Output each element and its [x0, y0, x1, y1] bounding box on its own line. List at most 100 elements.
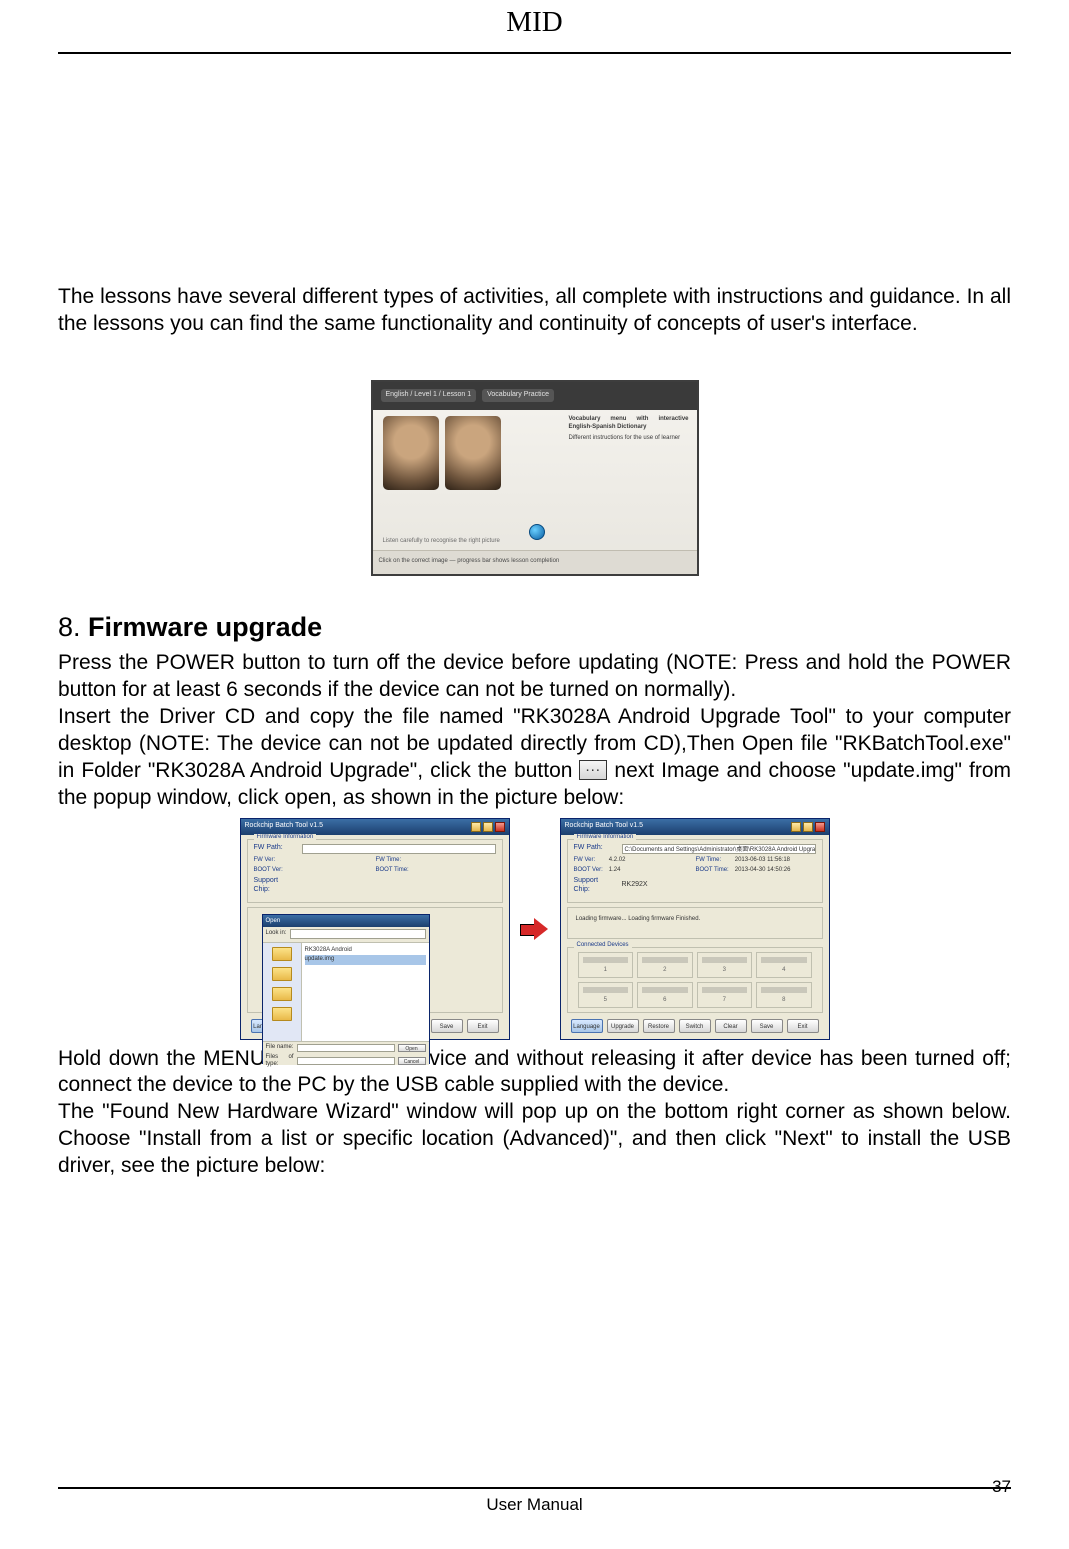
- maximize-icon: [483, 822, 493, 832]
- page-header-title: MID: [58, 0, 1011, 39]
- tool-btn: Restore: [643, 1019, 675, 1033]
- lesson-face-2: [445, 416, 501, 490]
- window-titlebar-right: Rockchip Batch Tool v1.5: [561, 819, 829, 835]
- folder-icon: [272, 1007, 292, 1021]
- fw-legend-left: Firmware Information: [254, 834, 317, 842]
- close-icon: [495, 822, 505, 832]
- open-file-list: RK3028A Android update.img: [301, 943, 429, 1041]
- firmware-info-group-left: Firmware Information FW Path: FW Ver: FW…: [247, 839, 503, 903]
- section-heading: 8. Firmware upgrade: [58, 610, 1011, 645]
- firmware-info-group-right: Firmware Information FW Path: C:\Documen…: [567, 839, 823, 903]
- fw-time-lbl-right: FW Time:: [696, 857, 729, 865]
- open-button: Open: [398, 1044, 426, 1052]
- fw-ver-val-left: [289, 857, 370, 865]
- boot-time-val-right: 2013-04-30 14:50:26: [735, 867, 816, 875]
- loading-text: Loading firmware... Loading firmware Fin…: [576, 916, 701, 924]
- conn-slot: 3: [697, 952, 753, 978]
- window-titlebar-left: Rockchip Batch Tool v1.5: [241, 819, 509, 835]
- boot-time-lbl-right: BOOT Time:: [696, 867, 729, 875]
- conn-legend: Connected Devices: [574, 942, 632, 950]
- fw-paragraph-1a: Press the POWER button to turn off the d…: [58, 650, 1011, 704]
- tool-figure-row: Rockchip Batch Tool v1.5 Firmware Inform…: [58, 818, 1011, 1040]
- lesson-face-1: [383, 416, 439, 490]
- fw-path-input-right: C:\Documents and Settings\Administrator\…: [622, 844, 816, 854]
- fw-time-val-right: 2013-06-03 11:56:18: [735, 857, 816, 865]
- tool-btn: Switch: [679, 1019, 711, 1033]
- folder-icon: [272, 987, 292, 1001]
- open-dialog-footer: File name: Open Files of type: Cancel: [263, 1041, 429, 1065]
- boot-ver-val-right: 1.24: [609, 867, 690, 875]
- folder-icon: [272, 947, 292, 961]
- lesson-topbar: English / Level 1 / Lesson 1 Vocabulary …: [373, 382, 697, 410]
- fw-paragraph-1b: Insert the Driver CD and copy the file n…: [58, 704, 1011, 812]
- conn-slot: 2: [637, 952, 693, 978]
- fw-path-label-right: FW Path:: [574, 844, 616, 853]
- filetype-label: Files of type:: [266, 1054, 294, 1069]
- window-title-left: Rockchip Batch Tool v1.5: [245, 822, 323, 831]
- batchtool-screenshot-right: Rockchip Batch Tool v1.5 Firmware Inform…: [560, 818, 830, 1040]
- tool-btn: Upgrade: [607, 1019, 639, 1033]
- lesson-tab: Vocabulary Practice: [482, 389, 554, 402]
- tool-log-right: Loading firmware... Loading firmware Fin…: [567, 907, 823, 939]
- tool-btn: Exit: [467, 1019, 499, 1033]
- boot-time-val-left: [415, 867, 496, 875]
- maximize-icon: [803, 822, 813, 832]
- fw-time-lbl-left: FW Time:: [376, 857, 409, 865]
- conn-slot: 7: [697, 982, 753, 1008]
- list-item: update.img: [305, 955, 426, 965]
- boot-time-lbl-left: BOOT Time:: [376, 867, 409, 875]
- window-title-right: Rockchip Batch Tool v1.5: [565, 822, 643, 831]
- lesson-right-title: Vocabulary menu with interactive English…: [569, 416, 689, 432]
- lesson-screenshot: English / Level 1 / Lesson 1 Vocabulary …: [371, 380, 699, 576]
- tool-mid-left: Open Look in: RK3028A Android: [247, 907, 503, 1013]
- arrow-right-icon: [520, 918, 550, 940]
- conn-slot: 4: [756, 952, 812, 978]
- open-sidebar: [263, 943, 301, 1041]
- minimize-icon: [471, 822, 481, 832]
- tool-btn: Clear: [715, 1019, 747, 1033]
- fw-ver-lbl-left: FW Ver:: [254, 857, 283, 865]
- lesson-right-sub: Different instructions for the use of le…: [569, 435, 689, 443]
- lesson-footer-text: Click on the correct image — progress ba…: [373, 550, 697, 574]
- tool-btn: Save: [431, 1019, 463, 1033]
- tool-btn: Save: [751, 1019, 783, 1033]
- list-item: RK3028A Android: [305, 946, 426, 956]
- boot-ver-lbl-left: BOOT Ver:: [254, 867, 283, 875]
- fw-paragraph-2: Hold down the MENU button on the device …: [58, 1046, 1011, 1100]
- cancel-button: Cancel: [398, 1057, 426, 1065]
- fw-ver-lbl-right: FW Ver:: [574, 857, 603, 865]
- fw-path-label-left: FW Path:: [254, 844, 296, 853]
- filetype-field: [297, 1057, 395, 1065]
- minimize-icon: [791, 822, 801, 832]
- lesson-small-text: Listen carefully to recognise the right …: [383, 538, 503, 546]
- fw-time-val-left: [415, 857, 496, 865]
- conn-slot: 1: [578, 952, 634, 978]
- footer-rule: [58, 1487, 1011, 1489]
- lesson-play-icon: [529, 524, 545, 540]
- batchtool-screenshot-left: Rockchip Batch Tool v1.5 Firmware Inform…: [240, 818, 510, 1040]
- support-val-right: RK292X: [622, 881, 648, 890]
- close-icon: [815, 822, 825, 832]
- conn-slot: 5: [578, 982, 634, 1008]
- tool-btn: Exit: [787, 1019, 819, 1033]
- filename-field: [297, 1044, 395, 1052]
- open-dialog: Open Look in: RK3028A Android: [262, 914, 430, 1064]
- browse-button-icon: [579, 760, 607, 780]
- lesson-figure: English / Level 1 / Lesson 1 Vocabulary …: [58, 380, 1011, 576]
- conn-slot: 6: [637, 982, 693, 1008]
- support-lbl-left: Support Chip:: [254, 877, 296, 895]
- lesson-breadcrumb: English / Level 1 / Lesson 1: [381, 389, 477, 402]
- lesson-face-grid: [383, 416, 501, 490]
- lookin-select: [290, 929, 426, 939]
- lesson-body: Vocabulary menu with interactive English…: [373, 410, 697, 574]
- fw-legend-right: Firmware Information: [574, 834, 637, 842]
- support-lbl-right: Support Chip:: [574, 877, 616, 895]
- conn-slot: 8: [756, 982, 812, 1008]
- section-number: 8.: [58, 612, 81, 642]
- boot-ver-lbl-right: BOOT Ver:: [574, 867, 603, 875]
- section-title: Firmware upgrade: [88, 612, 322, 642]
- fw-ver-val-right: 4.2.02: [609, 857, 690, 865]
- footer-text: User Manual: [0, 1495, 1069, 1515]
- tool-btn: Language: [571, 1019, 603, 1033]
- intro-paragraph: The lessons have several different types…: [58, 284, 1011, 338]
